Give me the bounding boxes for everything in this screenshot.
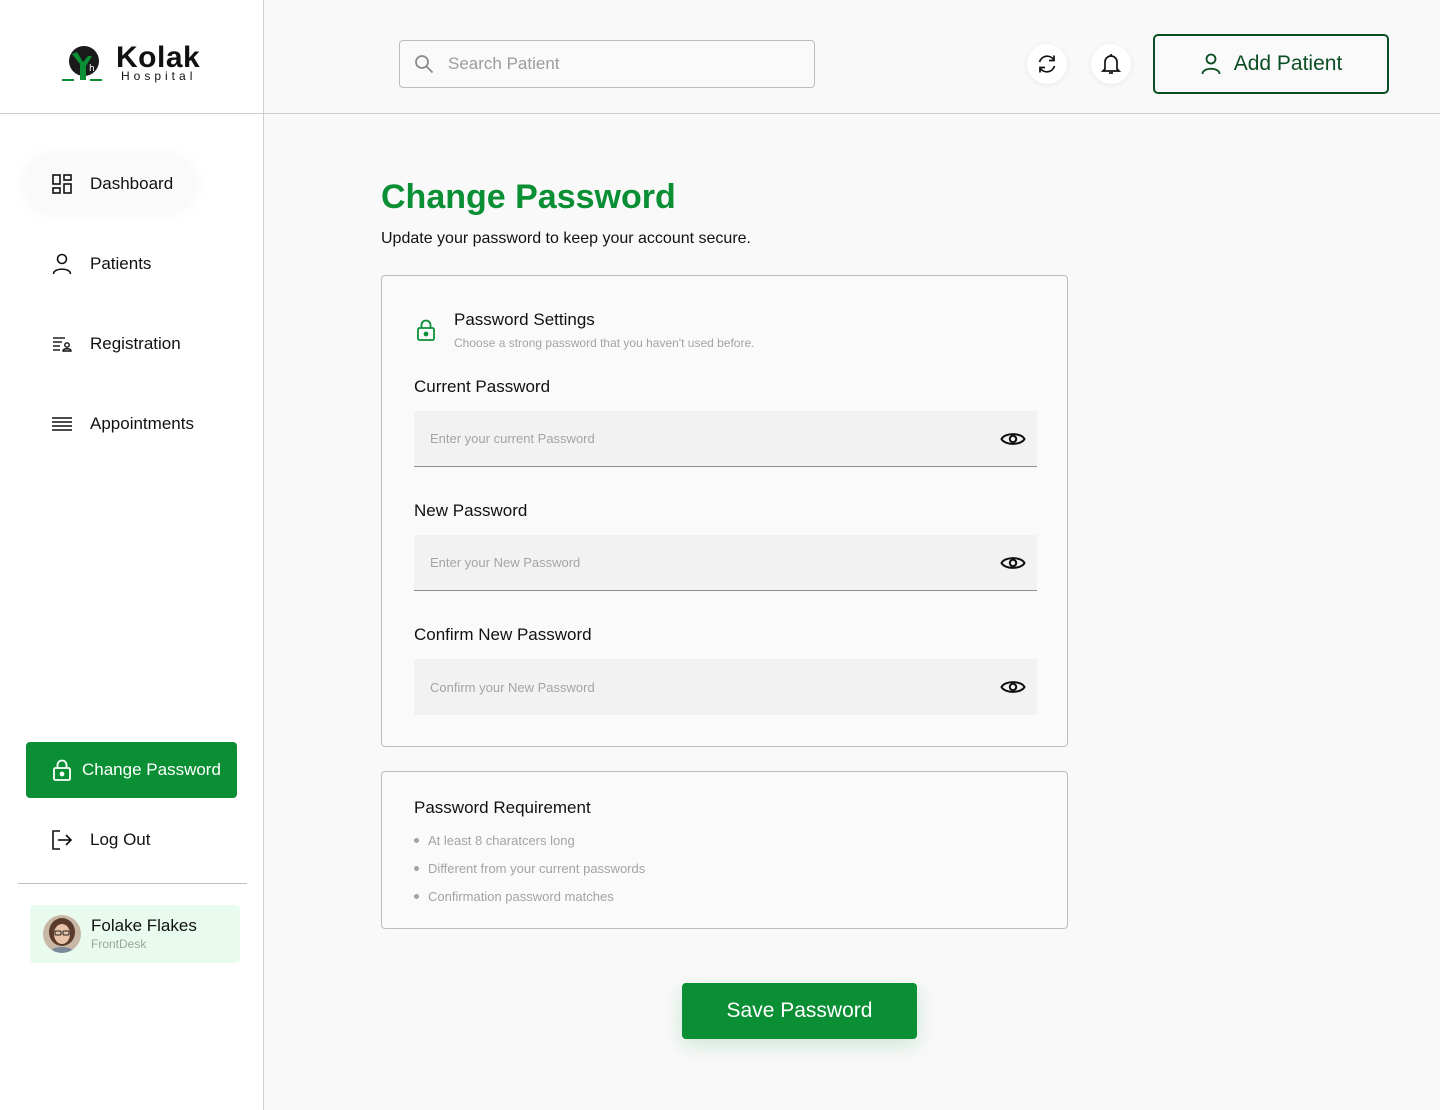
list-item: At least 8 charatcers long: [414, 833, 575, 848]
confirm-password-input[interactable]: [430, 679, 990, 695]
requirement-text: At least 8 charatcers long: [428, 833, 575, 848]
sidebar-item-label: Patients: [90, 254, 152, 273]
bell-icon: [1101, 54, 1121, 74]
bullet-icon: [414, 866, 419, 871]
user-icon: [50, 252, 74, 276]
sidebar-item-label: Appointments: [90, 414, 194, 433]
registration-list-icon: [50, 332, 74, 356]
lock-icon: [417, 319, 435, 341]
current-password-input[interactable]: [430, 431, 990, 446]
save-password-button[interactable]: Save Password: [682, 983, 917, 1039]
password-requirements-card: Password Requirement At least 8 charatce…: [381, 771, 1068, 929]
current-password-label: Current Password: [414, 377, 551, 396]
requirements-title: Password Requirement: [414, 798, 591, 817]
list-item: Different from your current passwords: [414, 861, 645, 876]
logout-button[interactable]: Log Out: [50, 828, 151, 852]
search-icon: [414, 54, 434, 74]
refresh-icon: [1038, 55, 1056, 73]
save-password-label: Save Password: [726, 999, 873, 1022]
sidebar-divider: [18, 883, 247, 884]
sidebar-item-label: Dashboard: [90, 174, 174, 193]
current-password-field[interactable]: [414, 411, 1037, 467]
page-title: Change Password: [381, 178, 676, 216]
list-lines-icon: [50, 412, 74, 436]
sidebar-item-change-password[interactable]: Change Password: [26, 742, 237, 798]
change-password-label: Change Password: [82, 760, 221, 779]
settings-subtitle: Choose a strong password that you haven'…: [454, 336, 755, 350]
sidebar-item-dashboard[interactable]: Dashboard: [24, 154, 196, 214]
user-profile-card[interactable]: Folake Flakes FrontDesk: [30, 905, 240, 963]
requirement-text: Different from your current passwords: [428, 861, 646, 876]
new-password-input[interactable]: [430, 555, 990, 570]
logout-label: Log Out: [90, 830, 151, 849]
eye-icon[interactable]: [1000, 551, 1026, 575]
hospital-logo-icon: h: [62, 46, 102, 81]
list-item: Confirmation password matches: [414, 889, 614, 904]
svg-text:h: h: [89, 64, 95, 74]
search-box[interactable]: [399, 40, 815, 88]
top-header: Add Patient: [264, 0, 1440, 114]
sidebar: h Kolak Hospital Dashboard Patients Regi…: [0, 0, 264, 1110]
confirm-password-label: Confirm New Password: [414, 625, 592, 644]
new-password-field[interactable]: [414, 535, 1037, 591]
user-role: FrontDesk: [91, 937, 147, 951]
bullet-icon: [414, 894, 419, 899]
refresh-button[interactable]: [1027, 44, 1067, 84]
sidebar-item-label: Registration: [90, 334, 181, 353]
password-settings-card: Password Settings Choose a strong passwo…: [381, 275, 1068, 747]
settings-title: Password Settings: [454, 310, 595, 329]
user-name: Folake Flakes: [91, 916, 197, 935]
add-patient-button[interactable]: Add Patient: [1153, 34, 1389, 94]
lock-icon: [50, 758, 74, 782]
bullet-icon: [414, 838, 419, 843]
add-patient-label: Add Patient: [1233, 52, 1343, 75]
avatar: [43, 915, 81, 953]
notifications-button[interactable]: [1091, 44, 1131, 84]
page-subtitle: Update your password to keep your accoun…: [381, 230, 751, 247]
sidebar-item-patients[interactable]: Patients: [24, 234, 196, 294]
new-password-label: New Password: [414, 501, 528, 520]
requirement-text: Confirmation password matches: [428, 889, 614, 904]
search-input[interactable]: [448, 54, 788, 74]
eye-icon[interactable]: [1000, 675, 1026, 699]
confirm-password-field[interactable]: [414, 659, 1037, 715]
sidebar-item-registration[interactable]: Registration: [24, 314, 196, 374]
brand-sub: Hospital: [121, 69, 197, 83]
sidebar-item-appointments[interactable]: Appointments: [24, 394, 196, 454]
logo-area: h Kolak Hospital: [0, 0, 263, 114]
eye-icon[interactable]: [1000, 427, 1026, 451]
logout-icon: [50, 828, 74, 852]
user-plus-icon: [1200, 52, 1224, 76]
dashboard-grid-icon: [50, 172, 74, 196]
